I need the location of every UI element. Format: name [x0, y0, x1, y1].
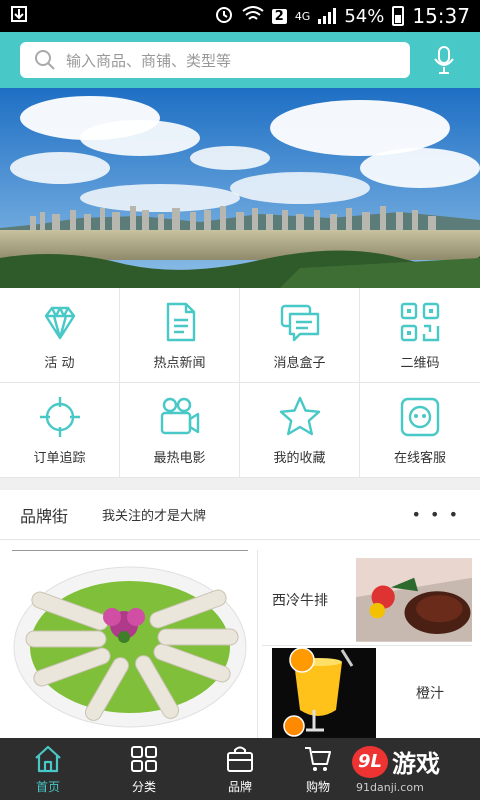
grid-item-activity[interactable]: 活 动: [0, 288, 120, 383]
tab-label: 首页: [35, 779, 60, 794]
search-bar: 输入商品、商铺、类型等: [0, 32, 480, 88]
grid-item-messages[interactable]: 消息盒子: [240, 288, 360, 383]
tab-label: 分类: [131, 779, 156, 794]
watermark: 9L 游戏 91danji.com: [340, 738, 480, 800]
search-icon: [35, 50, 55, 70]
download-icon: [10, 5, 28, 28]
grid-item-favorites[interactable]: 我的收藏: [240, 383, 360, 478]
product-name: 西冷牛排: [272, 593, 328, 609]
signal-icon: [318, 8, 337, 24]
battery-icon: [392, 6, 405, 26]
dish-photo: [12, 551, 248, 731]
grid-label: 消息盒子: [273, 355, 326, 371]
grid-label: 二维码: [400, 355, 440, 371]
more-button[interactable]: • • •: [412, 505, 460, 524]
city-skyline-image: [0, 88, 480, 288]
tab-brand[interactable]: 品牌: [192, 738, 288, 800]
network-type: 4G: [294, 9, 311, 23]
column-divider: [257, 550, 258, 738]
product-name: 橙汁: [416, 686, 444, 702]
watermark-logo: 9L 游戏: [352, 744, 440, 779]
watermark-mark: 9L: [352, 745, 388, 778]
voice-search-button[interactable]: [430, 42, 458, 78]
alarm-icon: [214, 4, 234, 29]
bag-icon: [227, 746, 253, 772]
grid-label: 我的收藏: [273, 450, 326, 466]
cart-icon: [305, 746, 331, 771]
grid-label: 订单追踪: [33, 450, 86, 466]
sim-badge: 2: [271, 8, 287, 24]
steak-image: [355, 558, 472, 642]
grid-label: 热点新闻: [153, 355, 206, 371]
wifi-icon: [242, 5, 264, 28]
grid-label: 最热电影: [153, 450, 206, 466]
crosshair-icon: [39, 396, 80, 437]
grid-label: 在线客服: [393, 450, 446, 466]
tab-cart[interactable]: 购物: [288, 738, 348, 800]
brand-products: 西冷牛排 橙汁: [0, 540, 480, 738]
orange-juice-image: [272, 648, 376, 738]
star-icon: [279, 396, 320, 435]
watermark-url: 91danji.com: [356, 781, 424, 794]
grid-item-qrcode[interactable]: 二维码: [360, 288, 480, 383]
section-subtitle: 我关注的才是大牌: [102, 509, 207, 524]
video-camera-icon: [160, 397, 199, 434]
microphone-icon: [434, 46, 454, 74]
grid-label: 活 动: [44, 355, 75, 371]
watermark-name: 游戏: [392, 750, 440, 778]
function-grid: 活 动 热点新闻 消息盒子 二维码 订单追踪 最热电影 我的收藏 在线客服: [0, 288, 480, 478]
battery-percent: 54%: [344, 5, 385, 27]
row-divider: [262, 645, 472, 646]
search-input[interactable]: 输入商品、商铺、类型等: [20, 42, 410, 78]
grid-item-customer-service[interactable]: 在线客服: [360, 383, 480, 478]
tab-label: 品牌: [227, 779, 252, 794]
banner-carousel[interactable]: [0, 88, 480, 288]
grid-icon: [131, 745, 157, 772]
grid-item-movies[interactable]: 最热电影: [120, 383, 240, 478]
tab-category[interactable]: 分类: [96, 738, 192, 800]
home-icon: [35, 745, 61, 772]
diamond-icon: [44, 306, 75, 339]
tab-home[interactable]: 首页: [0, 738, 96, 800]
grid-item-order-tracking[interactable]: 订单追踪: [0, 383, 120, 478]
featured-dish-image[interactable]: [12, 550, 248, 731]
customer-service-icon: [400, 397, 440, 436]
clock: 15:37: [412, 4, 470, 28]
section-title: 品牌街: [20, 506, 69, 526]
status-bar: 2 4G 54% 15:37: [0, 0, 480, 32]
brand-street-header: 品牌街 我关注的才是大牌 • • •: [0, 490, 480, 540]
document-icon: [166, 302, 195, 341]
product-card-orange-juice[interactable]: 橙汁: [262, 648, 472, 738]
search-placeholder: 输入商品、商铺、类型等: [66, 51, 232, 70]
qr-code-icon: [400, 302, 440, 341]
grid-item-news[interactable]: 热点新闻: [120, 288, 240, 383]
chat-bubble-icon: [280, 304, 319, 341]
tab-label: 购物: [305, 779, 330, 794]
product-card-steak[interactable]: 西冷牛排: [262, 550, 472, 650]
